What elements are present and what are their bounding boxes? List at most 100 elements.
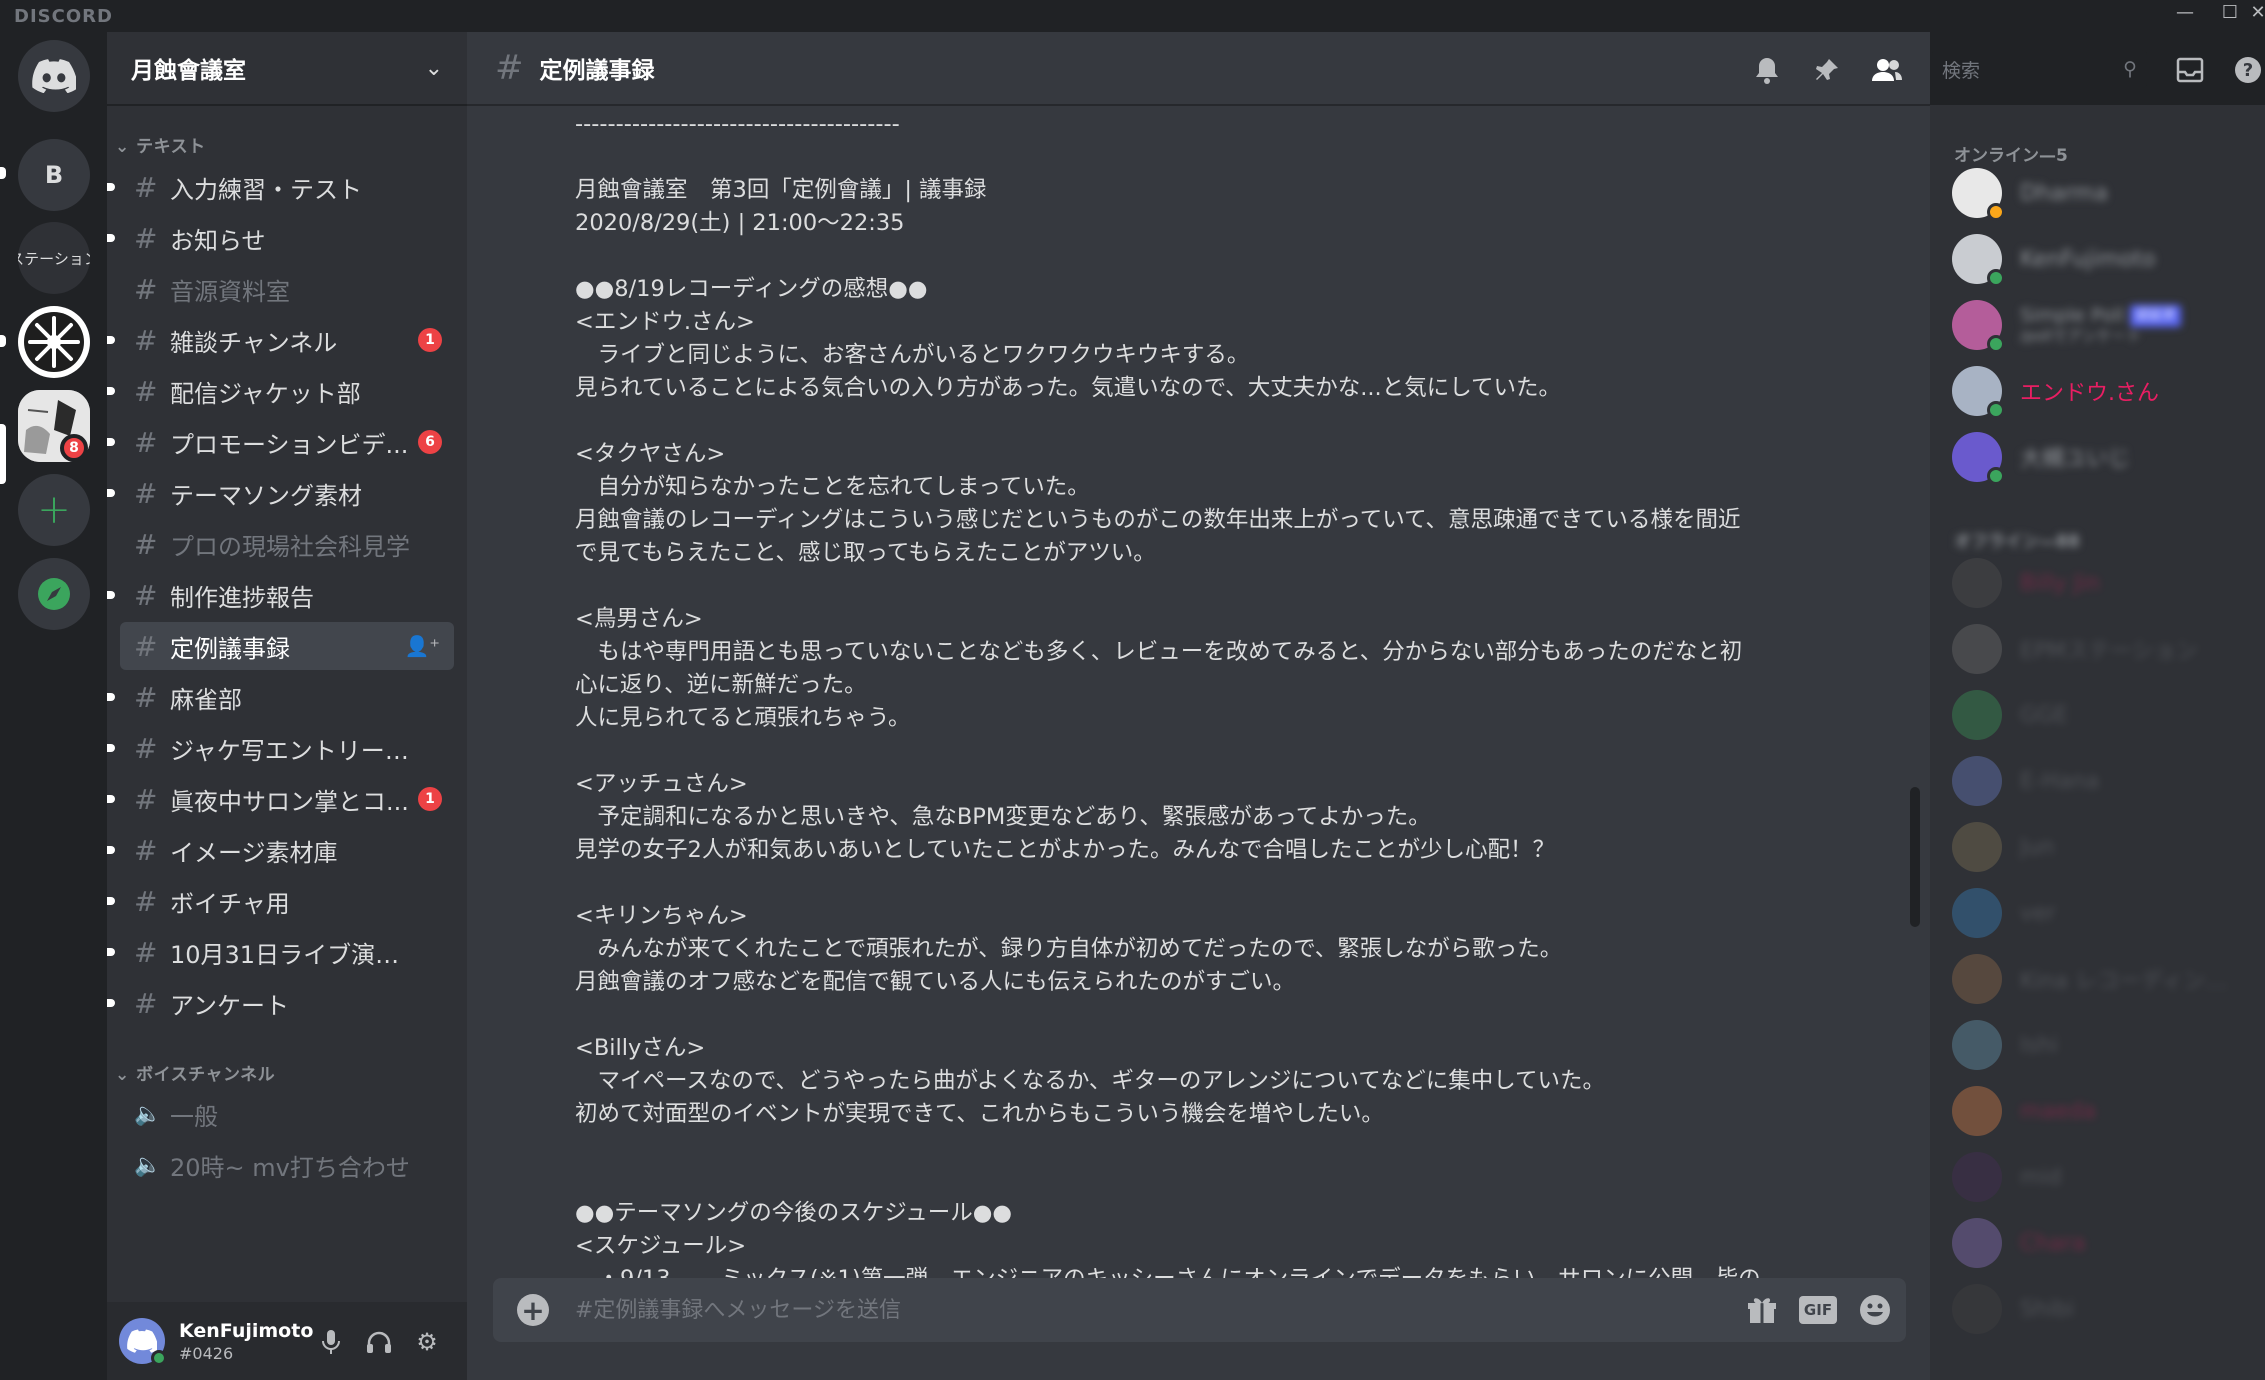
gear-icon[interactable]: ⚙ [409,1324,445,1360]
message-input[interactable] [575,1290,1755,1330]
message-line: 心に返り、逆に新鮮だった。 [575,672,867,698]
member-item[interactable]: エンドウ.さん [1952,363,2252,419]
hash-icon: # [134,680,158,714]
search-box[interactable]: 検索 ⚲ [1932,50,2147,88]
scrollbar-thumb[interactable] [1910,787,1920,927]
chat-area: # 定例議事録 検索 ⚲ ? -------------------------… [467,32,2261,1380]
category-text[interactable]: ⌄ テキスト [115,132,206,157]
hash-icon: # [134,272,158,306]
channel-item[interactable]: # お知らせ [107,214,454,262]
message-line: ●●テーマソングの今後のスケジュール●● [575,1200,1012,1226]
hash-icon: # [134,425,158,459]
pin-icon[interactable] [1809,52,1845,88]
help-icon[interactable]: ? [2230,52,2265,88]
member-item[interactable]: Dharma [1952,165,2252,221]
channel-name: 定例議事録 [170,634,290,663]
member-item[interactable]: EPMステーション [1952,621,2252,677]
message-line: <スケジュール> [575,1233,747,1259]
member-item[interactable]: KenFujimoto [1952,231,2252,287]
member-item[interactable]: Ishi [1952,1017,2252,1073]
channel-name: イメージ素材庫 [170,838,338,867]
microphone-icon[interactable] [313,1324,349,1360]
category-voice[interactable]: ⌄ ボイスチャンネル [115,1060,275,1085]
server-station[interactable]: ステーション [18,222,90,294]
member-item[interactable]: maeda [1952,1083,2252,1139]
avatar [1952,1086,2002,1136]
member-list-icon[interactable] [1869,52,1905,88]
guild-header[interactable]: 月蝕會議室 ⌄ [107,32,467,106]
hash-icon: # [134,221,158,255]
member-item[interactable]: Jun [1952,819,2252,875]
channel-item[interactable]: #10月31日ライブ演奏曲... [107,928,454,976]
server-asterisk[interactable] [18,306,90,378]
member-item[interactable]: GGE [1952,687,2252,743]
channel-item[interactable]: # 制作進捗報告 [107,571,454,619]
message-line: 予定調和になるかと思いきや、急なBPM変更などあり、緊張感があってよかった。 [575,804,1431,830]
member-item[interactable]: E-Hana [1952,753,2252,809]
member-name: Shibi [2020,1296,2075,1322]
avatar[interactable] [119,1318,167,1366]
channel-item[interactable]: # ボイチャ用 [107,877,454,925]
hash-icon: # [134,527,158,561]
voice-channel-item[interactable]: 🔈 一般 [120,1090,454,1138]
plus-icon: + [37,487,71,533]
message-line: 見られていることによる気合いの入り方があった。気遣いなので、大丈夫かな...と気… [575,375,1562,401]
avatar [1952,756,2002,806]
avatar [1952,1218,2002,1268]
channel-item[interactable]: # 配信ジャケット部 [107,367,454,415]
gif-button[interactable]: GIF [1799,1296,1837,1324]
home-button[interactable] [18,40,90,112]
maximize-button[interactable]: ☐ [2210,2,2250,23]
channel-item[interactable]: # ジャケ写エントリー会場 [107,724,454,772]
member-item[interactable]: ver [1952,885,2252,941]
channel-item[interactable]: # 入力練習・テスト [107,163,454,211]
bell-icon[interactable] [1749,52,1785,88]
channel-item[interactable]: # 眞夜中サロン掌とコ... 1 [107,775,454,823]
member-item[interactable]: Simple Poll 認証済/pollでアンケート [1952,297,2252,353]
member-item[interactable]: Billy Jin [1952,555,2252,611]
member-name: EPMステーション [2020,639,2198,664]
channel-item[interactable]: # 雑談チャンネル 1 [107,316,454,364]
minimize-button[interactable]: — [2165,2,2205,23]
create-invite-icon[interactable]: 👤⁺ [405,634,440,658]
avatar [1952,432,2005,485]
channel-name: 雑談チャンネル [170,328,338,357]
channel-item[interactable]: # アンケート [107,979,454,1027]
channel-item[interactable]: # 麻雀部 [107,673,454,721]
emoji-icon[interactable] [1856,1292,1894,1328]
online-status-dot [1987,335,2005,353]
server-b[interactable]: B [18,139,90,211]
add-server-button[interactable]: + [18,474,90,546]
member-item[interactable]: Shibi [1952,1281,2252,1337]
discord-logo-icon [32,59,76,93]
headphones-icon[interactable] [361,1324,397,1360]
explore-servers-button[interactable] [18,558,90,630]
unread-dot [107,846,115,854]
inbox-icon[interactable] [2172,52,2208,88]
member-item[interactable]: Kina レコーディング... [1952,951,2252,1007]
gift-icon[interactable] [1743,1292,1781,1328]
speaker-icon: 🔈 [134,1152,162,1178]
upload-plus-icon[interactable]: + [517,1294,549,1327]
channel-name: 配信ジャケット部 [170,379,361,408]
channel-item[interactable]: # プロの現場社会科見学 [120,520,454,568]
channel-item[interactable]: # イメージ素材庫 [107,826,454,874]
member-item[interactable]: 大槻ユいじ [1952,429,2252,485]
message-line: 自分が知らなかったことを忘れてしまっていた。 [575,474,1090,500]
avatar [1952,954,2002,1004]
channel-name: 一般 [170,1102,218,1131]
message-line: 月蝕會議室 第3回「定例會議」| 議事録 [575,177,987,203]
channel-item[interactable]: # 音源資料室 [120,265,454,313]
channel-item[interactable]: # プロモーションビデ... 6 [107,418,454,466]
member-item[interactable]: Chara [1952,1215,2252,1271]
channel-item[interactable]: # テーマソング素材 [107,469,454,517]
voice-channel-item[interactable]: 🔈 20時~ mv打ち合わせ [120,1141,454,1189]
member-name: mid [2020,1164,2062,1190]
channel-item-selected[interactable]: # 定例議事録 👤⁺ [120,622,454,670]
member-item[interactable]: mid [1952,1149,2252,1205]
message-line [575,1164,1855,1197]
close-button[interactable]: ✕ [2248,2,2265,23]
chevron-down-icon[interactable]: ⌄ [425,56,443,81]
category-label: ボイスチャンネル [136,1065,276,1085]
hash-icon: # [134,833,158,867]
